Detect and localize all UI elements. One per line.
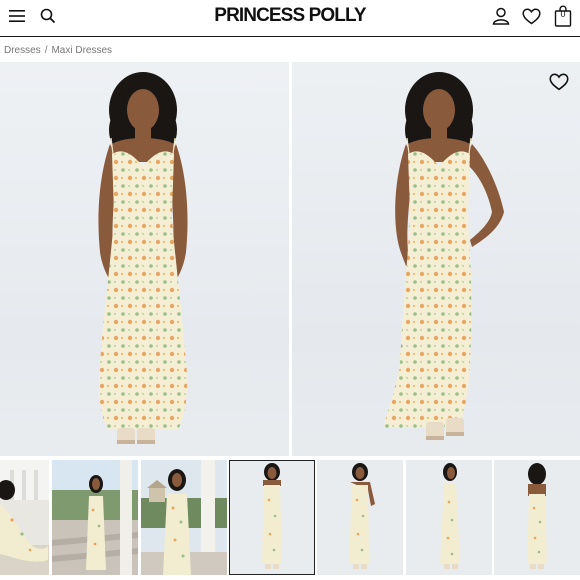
thumbnail-studio-side[interactable] (406, 460, 492, 575)
breadcrumb-dresses[interactable]: Dresses (4, 45, 41, 56)
cart-button[interactable]: 0 (549, 0, 577, 32)
brand-logo[interactable]: PRINCESS POLLY (190, 3, 390, 29)
product-image-alt[interactable] (292, 62, 580, 456)
thumbnail-studio-back[interactable] (494, 460, 580, 575)
model-front-figure (98, 72, 188, 444)
menu-button[interactable] (4, 0, 30, 32)
heart-icon (521, 7, 541, 24)
site-header: PRINCESS POLLY 0 (0, 0, 580, 37)
thumbnail-lifestyle-2[interactable] (52, 460, 138, 575)
wishlist-button[interactable] (518, 0, 544, 32)
add-to-wishlist-button[interactable] (549, 73, 571, 93)
thumbnail-studio-front-2[interactable] (317, 460, 403, 575)
heart-icon (549, 73, 569, 91)
menu-icon (9, 10, 25, 22)
breadcrumb-maxi-dresses[interactable]: Maxi Dresses (51, 45, 112, 56)
cart-count: 0 (560, 9, 566, 19)
search-button[interactable] (35, 0, 61, 32)
model-pose-figure (384, 72, 504, 440)
breadcrumb-separator: / (44, 44, 48, 56)
account-icon (492, 7, 510, 25)
thumbnail-lifestyle-1[interactable] (0, 460, 49, 575)
product-image-front[interactable] (0, 62, 289, 456)
account-button[interactable] (488, 0, 514, 32)
thumbnail-lifestyle-3[interactable] (141, 460, 227, 575)
breadcrumb: Dresses / Maxi Dresses (4, 43, 112, 57)
thumbnail-studio-front-selected[interactable] (229, 460, 315, 575)
search-icon (40, 8, 56, 24)
thumbnail-strip (0, 460, 580, 576)
